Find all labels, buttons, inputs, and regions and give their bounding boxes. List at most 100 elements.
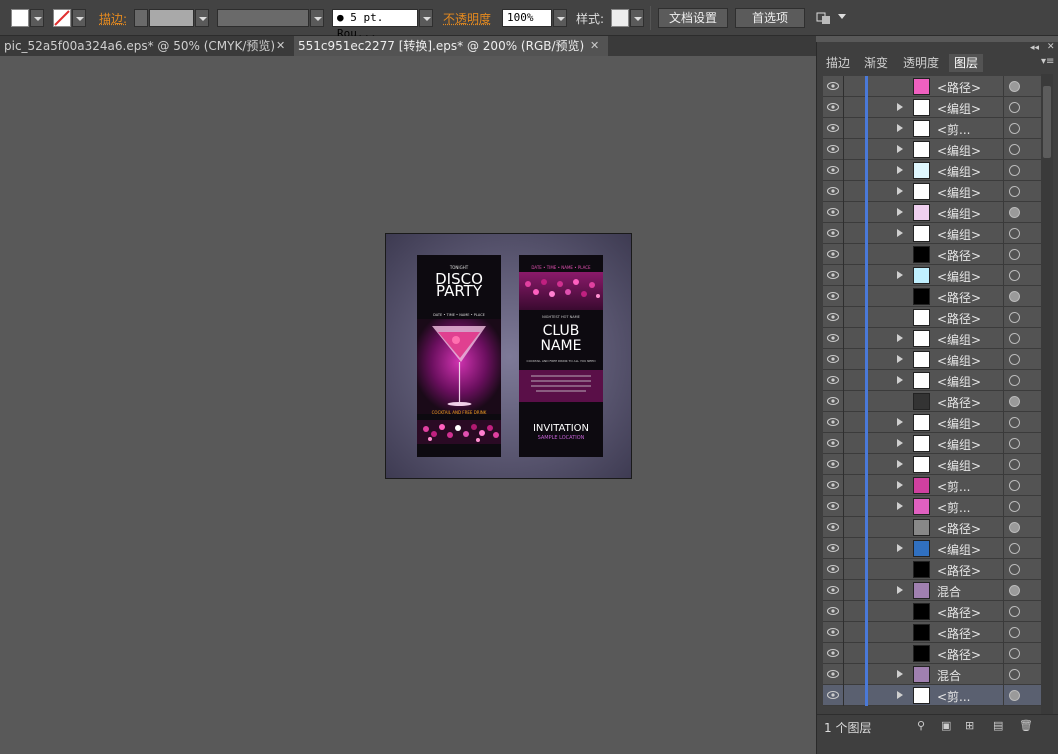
target-circle-icon[interactable] xyxy=(1009,270,1020,281)
stroke-weight-field[interactable] xyxy=(149,9,194,27)
expand-arrow-icon[interactable] xyxy=(897,544,903,552)
layer-row[interactable]: <编组> xyxy=(823,454,1041,475)
layer-name[interactable]: <编组> xyxy=(937,205,981,222)
layer-row[interactable]: <编组> xyxy=(823,349,1041,370)
visibility-eye-icon[interactable] xyxy=(827,228,839,238)
visibility-eye-icon[interactable] xyxy=(827,249,839,259)
close-icon[interactable]: ✕ xyxy=(590,36,599,56)
brush-dropdown[interactable] xyxy=(419,9,433,27)
target-circle-icon[interactable] xyxy=(1009,501,1020,512)
layer-row[interactable]: <编组> xyxy=(823,139,1041,160)
visibility-eye-icon[interactable] xyxy=(827,312,839,322)
variable-width-field[interactable] xyxy=(217,9,309,27)
expand-arrow-icon[interactable] xyxy=(897,103,903,111)
lock-column[interactable] xyxy=(843,286,844,307)
visibility-eye-icon[interactable] xyxy=(827,543,839,553)
tab-transparency[interactable]: 透明度 xyxy=(898,54,944,72)
tab-document-1[interactable]: pic_52a5f00a324a6.eps* @ 50% (CMYK/预览) xyxy=(0,36,292,56)
target-circle-icon[interactable] xyxy=(1009,396,1020,407)
lock-column[interactable] xyxy=(843,202,844,223)
layer-row[interactable]: <编组> xyxy=(823,181,1041,202)
expand-arrow-icon[interactable] xyxy=(897,691,903,699)
lock-column[interactable] xyxy=(843,391,844,412)
target-circle-icon[interactable] xyxy=(1009,606,1020,617)
lock-column[interactable] xyxy=(843,139,844,160)
layer-row[interactable]: <路径> xyxy=(823,76,1041,97)
lock-column[interactable] xyxy=(843,454,844,475)
layer-row[interactable]: <路径> xyxy=(823,244,1041,265)
expand-arrow-icon[interactable] xyxy=(897,187,903,195)
expand-arrow-icon[interactable] xyxy=(897,376,903,384)
visibility-eye-icon[interactable] xyxy=(827,669,839,679)
layer-row[interactable]: <剪... xyxy=(823,496,1041,517)
opacity-label[interactable]: 不透明度 xyxy=(443,10,491,27)
target-circle-icon[interactable] xyxy=(1009,81,1020,92)
target-circle-icon[interactable] xyxy=(1009,375,1020,386)
layer-name[interactable]: <编组> xyxy=(937,331,981,348)
collapse-icon[interactable]: ◂◂ xyxy=(1030,43,1039,53)
layer-name[interactable]: <编组> xyxy=(937,100,981,117)
layer-row[interactable]: 混合 xyxy=(823,664,1041,685)
visibility-eye-icon[interactable] xyxy=(827,648,839,658)
expand-arrow-icon[interactable] xyxy=(897,145,903,153)
tab-document-2[interactable]: 551c951ec2277 [转换].eps* @ 200% (RGB/预览) xyxy=(294,36,608,56)
target-circle-icon[interactable] xyxy=(1009,186,1020,197)
lock-column[interactable] xyxy=(843,685,844,706)
tab-gradient[interactable]: 渐变 xyxy=(859,54,893,72)
lock-column[interactable] xyxy=(843,517,844,538)
panel-menu-icon[interactable]: ▾≡ xyxy=(1041,56,1054,67)
layer-name[interactable]: <编组> xyxy=(937,373,981,390)
expand-arrow-icon[interactable] xyxy=(897,355,903,363)
lock-column[interactable] xyxy=(843,181,844,202)
tab-layers[interactable]: 图层 xyxy=(949,54,984,72)
lock-column[interactable] xyxy=(843,328,844,349)
target-circle-icon[interactable] xyxy=(1009,228,1020,239)
visibility-eye-icon[interactable] xyxy=(827,186,839,196)
visibility-eye-icon[interactable] xyxy=(827,585,839,595)
layer-name[interactable]: <编组> xyxy=(937,415,981,432)
target-circle-icon[interactable] xyxy=(1009,354,1020,365)
layer-row[interactable]: <路径> xyxy=(823,517,1041,538)
expand-arrow-icon[interactable] xyxy=(897,166,903,174)
opacity-field[interactable]: 100% xyxy=(502,9,552,27)
lock-column[interactable] xyxy=(843,538,844,559)
visibility-eye-icon[interactable] xyxy=(827,417,839,427)
lock-column[interactable] xyxy=(843,76,844,97)
target-circle-icon[interactable] xyxy=(1009,249,1020,260)
visibility-eye-icon[interactable] xyxy=(827,438,839,448)
lock-column[interactable] xyxy=(843,349,844,370)
layer-row[interactable]: 混合 xyxy=(823,580,1041,601)
layer-name[interactable]: <路径> xyxy=(937,289,981,306)
fill-dropdown[interactable] xyxy=(30,9,44,27)
layer-name[interactable]: <路径> xyxy=(937,310,981,327)
target-circle-icon[interactable] xyxy=(1009,438,1020,449)
layer-name[interactable]: <路径> xyxy=(937,247,981,264)
visibility-eye-icon[interactable] xyxy=(827,333,839,343)
visibility-eye-icon[interactable] xyxy=(827,81,839,91)
layer-name[interactable]: <编组> xyxy=(937,352,981,369)
visibility-eye-icon[interactable] xyxy=(827,396,839,406)
layer-row[interactable]: <编组> xyxy=(823,433,1041,454)
layer-name[interactable]: <编组> xyxy=(937,457,981,474)
lock-column[interactable] xyxy=(843,664,844,685)
layer-name[interactable]: <编组> xyxy=(937,184,981,201)
target-circle-icon[interactable] xyxy=(1009,165,1020,176)
new-sublayer-icon[interactable]: ⊞ xyxy=(965,719,974,732)
target-circle-icon[interactable] xyxy=(1009,312,1020,323)
layer-name[interactable]: <剪... xyxy=(937,499,971,516)
target-circle-icon[interactable] xyxy=(1009,144,1020,155)
layer-row[interactable]: <路径> xyxy=(823,601,1041,622)
stroke-weight-stepper[interactable] xyxy=(134,9,148,27)
expand-arrow-icon[interactable] xyxy=(897,271,903,279)
new-layer-icon[interactable]: ▤ xyxy=(993,719,1003,732)
layer-name[interactable]: <编组> xyxy=(937,142,981,159)
layer-name[interactable]: <编组> xyxy=(937,541,981,558)
tab-stroke[interactable]: 描边 xyxy=(821,54,855,72)
layer-row[interactable]: <编组> xyxy=(823,412,1041,433)
layer-row[interactable]: <路径> xyxy=(823,391,1041,412)
target-circle-icon[interactable] xyxy=(1009,585,1020,596)
lock-column[interactable] xyxy=(843,97,844,118)
target-circle-icon[interactable] xyxy=(1009,543,1020,554)
close-icon[interactable]: ✕ xyxy=(276,36,285,56)
layer-row[interactable]: <剪... xyxy=(823,118,1041,139)
